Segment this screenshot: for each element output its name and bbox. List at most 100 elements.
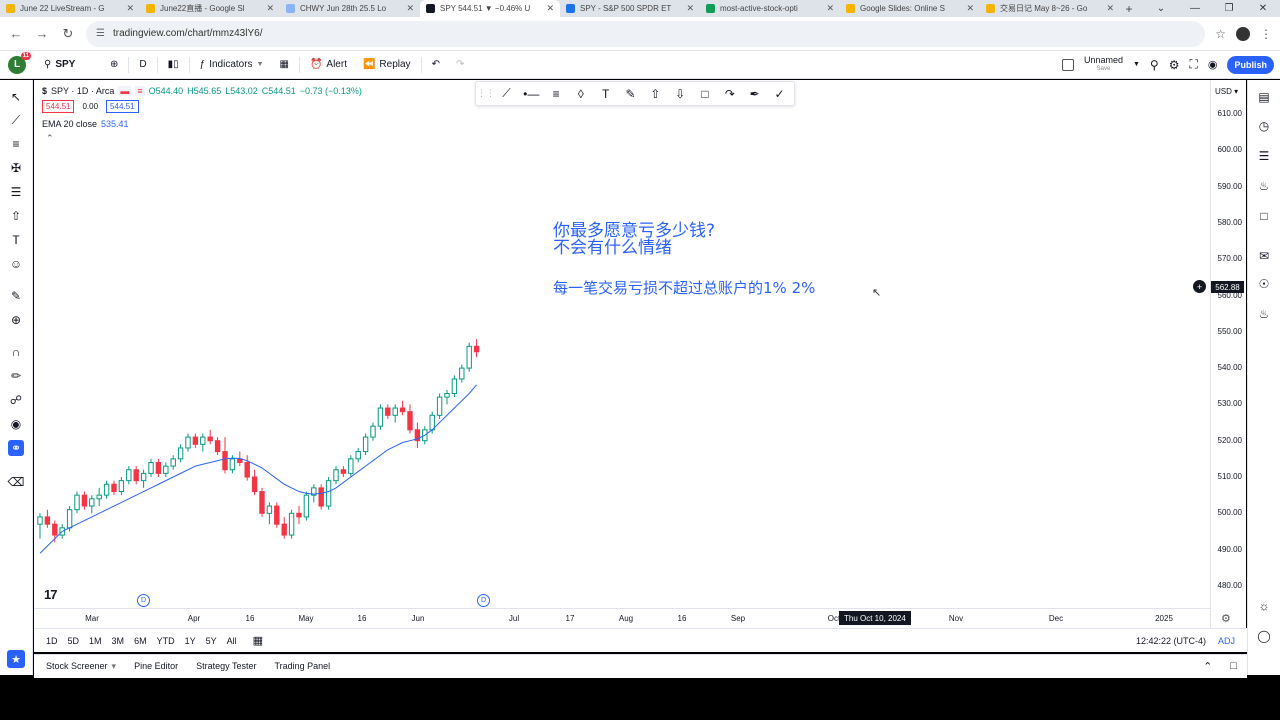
- notifications-bell-icon[interactable]: ♨: [1256, 306, 1272, 322]
- tab-close-icon[interactable]: ✕: [686, 3, 694, 14]
- more-options-icon[interactable]: ◯: [1256, 628, 1272, 644]
- favorites-star-icon[interactable]: ★: [7, 650, 25, 668]
- ruler-icon[interactable]: ✎: [8, 288, 24, 304]
- compare-button[interactable]: ⊕: [104, 54, 124, 76]
- ideas-bulb-icon[interactable]: ☉: [1256, 276, 1272, 292]
- browser-tab[interactable]: Google Slides: Online S ✕: [840, 0, 980, 17]
- text-icon[interactable]: T: [8, 232, 24, 248]
- timezone-clock[interactable]: 12:42:22 (UTC-4): [1136, 636, 1206, 646]
- tab-close-icon[interactable]: ✕: [126, 3, 134, 14]
- tab-close-icon[interactable]: ✕: [1106, 3, 1114, 14]
- dividend-event-icon[interactable]: D: [477, 594, 490, 607]
- zoom-icon[interactable]: ⊕: [8, 312, 24, 328]
- browser-tab[interactable]: CHWY Jun 28th 25.5 Lo ✕: [280, 0, 420, 17]
- indicators-button[interactable]: ƒ Indicators ▼: [194, 54, 270, 76]
- browser-tab[interactable]: most-active-stock-opti ✕: [700, 0, 840, 17]
- range-button[interactable]: 1Y: [185, 636, 196, 646]
- new-tab-button[interactable]: +: [1120, 0, 1138, 17]
- text-tool-icon[interactable]: T: [597, 85, 614, 102]
- dividend-event-icon[interactable]: D: [137, 594, 150, 607]
- browser-tab[interactable]: June 22 LiveStream - G ✕: [0, 0, 140, 17]
- site-settings-icon[interactable]: ☰: [96, 28, 105, 39]
- camera-icon[interactable]: ◉: [1208, 58, 1218, 71]
- symbol-search-button[interactable]: ⚲ SPY: [38, 54, 100, 76]
- tab-close-icon[interactable]: ✕: [826, 3, 834, 14]
- chart-pane[interactable]: $ SPY · 1D · Arca ▬ ≡ O544.40 H545.65 L5…: [34, 80, 1210, 628]
- link-icon[interactable]: ⚭: [8, 440, 24, 456]
- gear-icon[interactable]: ⚙: [1169, 58, 1180, 72]
- tab-close-icon[interactable]: ✕: [266, 3, 274, 14]
- tab-search-chevron-icon[interactable]: ⌄: [1144, 0, 1178, 17]
- date-range-calendar-icon[interactable]: ▦: [253, 634, 263, 647]
- trend-line-icon[interactable]: ⟋: [8, 112, 24, 128]
- chat-icon[interactable]: ✉: [1256, 248, 1272, 264]
- browser-tab[interactable]: 交易日记 May 8~26 - Go ✕: [980, 0, 1120, 17]
- lock-icon[interactable]: ☍: [8, 392, 24, 408]
- chevron-down-icon[interactable]: ▼: [1133, 61, 1140, 68]
- buy-price-box[interactable]: 544.51: [106, 100, 139, 113]
- back-arrow-icon[interactable]: ←: [8, 26, 24, 41]
- time-axis[interactable]: Mar Apr 16 May 16 Jun Jul 17 Aug 16 Sep Oct Nov Dec 20…: [34, 608, 1210, 628]
- tab-close-icon[interactable]: ✕: [966, 3, 974, 14]
- eye-icon[interactable]: ◉: [8, 416, 24, 432]
- alert-button[interactable]: ⏰ Alert: [304, 54, 353, 76]
- price-axis[interactable]: USD ▾ 610.00 600.00 590.00 580.00 570.00 560.…: [1210, 80, 1246, 628]
- templates-button[interactable]: ▦: [274, 54, 295, 76]
- chart-type-button[interactable]: ▮▯: [162, 54, 185, 76]
- arrow-down-tool-icon[interactable]: ⇩: [672, 85, 689, 102]
- arrow-up-tool-icon[interactable]: ⇧: [647, 85, 664, 102]
- layout-name-button[interactable]: Unnamed Save: [1084, 55, 1123, 74]
- window-close-icon[interactable]: ✕: [1246, 0, 1280, 17]
- horizontal-ray-icon[interactable]: •—: [523, 85, 540, 102]
- maximize-panel-icon[interactable]: □: [1230, 660, 1237, 673]
- layout-checkbox-icon[interactable]: [1061, 58, 1074, 71]
- range-button[interactable]: All: [227, 636, 237, 646]
- projection-icon[interactable]: ☰: [8, 184, 24, 200]
- pattern-icon[interactable]: ✠: [8, 160, 24, 176]
- browser-tab[interactable]: SPY - S&P 500 SPDR ET ✕: [560, 0, 700, 17]
- range-button[interactable]: 6M: [134, 636, 147, 646]
- range-button[interactable]: 1M: [89, 636, 102, 646]
- collapse-legend-chevron-icon[interactable]: ⌃: [46, 133, 54, 144]
- bottom-tab[interactable]: Stock Screener: [46, 661, 108, 672]
- emoji-icon[interactable]: ☺: [8, 256, 24, 272]
- forward-arrow-icon[interactable]: →: [34, 26, 50, 41]
- alerts-clock-icon[interactable]: ◷: [1256, 118, 1272, 134]
- menu-kebab-icon[interactable]: ⋮: [1260, 27, 1272, 41]
- range-button[interactable]: 1D: [46, 636, 58, 646]
- highlighter-tool-icon[interactable]: ✓: [771, 85, 788, 102]
- layers-icon[interactable]: ☰: [1256, 148, 1272, 164]
- range-button[interactable]: 3M: [112, 636, 125, 646]
- minimize-icon[interactable]: —: [1178, 0, 1212, 17]
- interval-button[interactable]: D: [133, 54, 152, 76]
- chart-text-annotation[interactable]: 你最多愿意亏多少钱? 不会有什么情绪 每一笔交易亏损不超过总账户的1% 2%: [553, 223, 815, 298]
- bookmark-star-icon[interactable]: ☆: [1215, 27, 1226, 41]
- parallel-channel-icon[interactable]: ≡: [548, 85, 565, 102]
- curve-tool-icon[interactable]: ↷: [721, 85, 738, 102]
- tab-close-icon[interactable]: ✕: [546, 3, 554, 14]
- restore-icon[interactable]: ❐: [1212, 0, 1246, 17]
- hotlist-flame-icon[interactable]: ♨: [1256, 178, 1272, 194]
- stay-drawing-icon[interactable]: ✏: [8, 368, 24, 384]
- user-avatar[interactable]: L 11: [8, 51, 31, 74]
- tradingview-logo[interactable]: 17: [44, 587, 58, 602]
- legend-title[interactable]: SPY · 1D · Arca: [51, 86, 114, 96]
- trendline-tool-icon[interactable]: ⟋: [498, 85, 515, 102]
- undo-button[interactable]: ↶: [426, 54, 446, 76]
- chevron-down-icon[interactable]: ▾: [112, 661, 117, 672]
- cursor-icon[interactable]: ↖: [8, 89, 24, 105]
- fullscreen-icon[interactable]: ⛶: [1189, 57, 1197, 72]
- calendar-icon[interactable]: □: [1256, 208, 1272, 224]
- brush-icon[interactable]: ⇧: [8, 208, 24, 224]
- rectangle-tool-icon[interactable]: □: [697, 85, 714, 102]
- adjust-data-toggle[interactable]: ADJ: [1218, 636, 1235, 646]
- browser-tab[interactable]: June22直播 - Google Sl ✕: [140, 0, 280, 17]
- currency-selector[interactable]: USD ▾: [1215, 87, 1238, 96]
- help-icon[interactable]: ☼: [1256, 598, 1272, 614]
- chevron-up-icon[interactable]: ⌃: [1203, 660, 1212, 673]
- axis-settings-gear-icon[interactable]: ⚙: [1221, 612, 1231, 625]
- range-button[interactable]: 5Y: [206, 636, 217, 646]
- drag-handle-icon[interactable]: ⋮⋮: [477, 85, 495, 102]
- redo-button[interactable]: ↷: [450, 54, 470, 76]
- crosshair-add-icon[interactable]: +: [1193, 280, 1206, 293]
